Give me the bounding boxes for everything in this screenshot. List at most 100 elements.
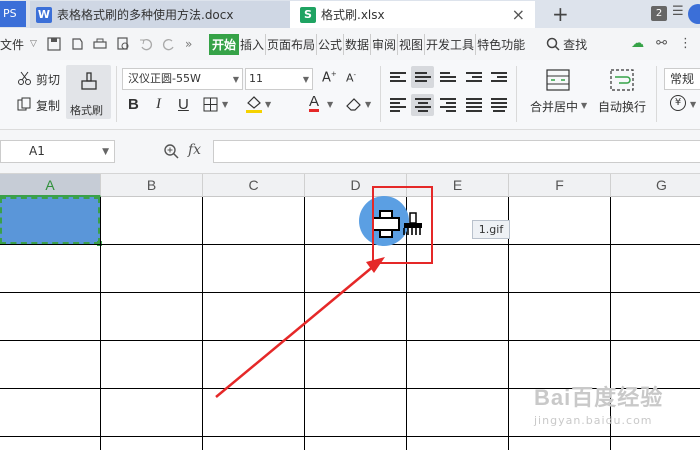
justify-icon[interactable]: [466, 98, 482, 112]
chevron-down-icon[interactable]: ▽: [30, 39, 37, 49]
search-icon: [546, 37, 560, 51]
align-right-icon[interactable]: [440, 98, 456, 112]
more-icon[interactable]: »: [185, 37, 199, 51]
column-header-g[interactable]: G: [611, 174, 700, 197]
align-left-icon[interactable]: [390, 98, 406, 112]
settings-icon[interactable]: ⋮: [679, 36, 692, 51]
italic-button[interactable]: I: [156, 96, 161, 113]
number-format-select[interactable]: 常规: [664, 68, 700, 90]
tab-xlsx-title: 格式刷.xlsx: [321, 8, 385, 22]
ribbon-separator: [516, 66, 517, 122]
gif-label: 1.gif: [472, 220, 510, 239]
insert-function-button[interactable]: fx: [188, 142, 201, 158]
add-tab-button[interactable]: +: [552, 2, 569, 26]
scissors-icon[interactable]: [17, 71, 32, 86]
increase-font-icon[interactable]: A+: [322, 70, 337, 85]
wrap-text-icon[interactable]: [610, 69, 634, 91]
merge-center-button[interactable]: 合并居中: [530, 98, 578, 115]
save-icon[interactable]: [47, 37, 61, 51]
column-header-c[interactable]: C: [203, 174, 305, 197]
print-icon[interactable]: [93, 37, 107, 51]
column-header-f[interactable]: F: [509, 174, 611, 197]
outdent-icon[interactable]: [466, 72, 482, 86]
gridline: [0, 388, 700, 389]
chevron-down-icon[interactable]: ▼: [265, 100, 271, 109]
eraser-icon[interactable]: [346, 97, 362, 111]
app-home-tab[interactable]: PS: [0, 1, 26, 27]
undo-icon[interactable]: [139, 37, 153, 51]
chevron-down-icon[interactable]: ▼: [365, 100, 371, 109]
name-box[interactable]: A1 ▼: [0, 140, 115, 163]
avatar[interactable]: [688, 4, 700, 24]
ribbon-separator: [116, 66, 117, 122]
window-menu-icon[interactable]: ☰: [672, 4, 684, 19]
align-center-icon[interactable]: [415, 98, 431, 112]
merge-cells-icon[interactable]: [546, 69, 570, 91]
window-count-badge[interactable]: 2: [651, 6, 667, 21]
currency-button[interactable]: ¥: [670, 95, 686, 111]
cloud-sync-icon[interactable]: ☁: [631, 36, 644, 51]
menu-home[interactable]: 开始: [208, 33, 239, 55]
font-name-value: 汉仪正圆-55W: [128, 72, 201, 85]
menu-page-layout[interactable]: 页面布局: [266, 33, 317, 55]
column-header-a[interactable]: A: [0, 174, 101, 197]
menu-bar: 文件 ▽ » 开始 插入 页面布局 公式 数据 审阅 视图 开发工具 特色功能 …: [0, 28, 700, 60]
export-icon[interactable]: [70, 37, 84, 51]
copy-icon[interactable]: [17, 97, 32, 112]
tab-docx[interactable]: W 表格格式刷的多种使用方法.docx: [30, 1, 290, 28]
align-bottom-icon[interactable]: [440, 72, 456, 86]
format-painter-button[interactable]: 格式刷: [66, 65, 111, 119]
distributed-icon[interactable]: [491, 98, 507, 112]
chevron-down-icon[interactable]: ▼: [690, 100, 696, 109]
share-icon[interactable]: ⚯: [656, 36, 667, 51]
sheet-file-icon: S: [300, 6, 316, 23]
font-size-select[interactable]: 11 ▼: [245, 68, 313, 90]
column-headers: A B C D E F G: [0, 174, 700, 197]
print-preview-icon[interactable]: [116, 37, 130, 51]
selected-cell-a1[interactable]: [0, 197, 100, 244]
chevron-down-icon[interactable]: ▼: [581, 101, 587, 110]
fill-color-icon[interactable]: [245, 94, 263, 114]
zoom-formula-icon[interactable]: [163, 143, 179, 159]
cut-button[interactable]: 剪切: [36, 71, 60, 88]
underline-button[interactable]: U: [178, 96, 189, 113]
gridline: [0, 340, 700, 341]
file-menu[interactable]: 文件: [0, 36, 24, 53]
menu-features[interactable]: 特色功能: [476, 34, 526, 55]
ribbon-separator: [656, 66, 657, 122]
menu-insert[interactable]: 插入: [239, 33, 266, 55]
menu-developer[interactable]: 开发工具: [425, 33, 477, 55]
menu-view[interactable]: 视图: [398, 33, 426, 55]
gridline: [0, 292, 700, 293]
chevron-down-icon[interactable]: ▼: [222, 100, 228, 109]
font-color-button[interactable]: A: [309, 94, 320, 112]
bold-button[interactable]: B: [128, 96, 139, 113]
gridline: [0, 244, 700, 245]
chevron-down-icon[interactable]: ▼: [327, 100, 333, 109]
format-painter-icon: [81, 72, 97, 90]
chevron-down-icon[interactable]: ▼: [102, 142, 109, 163]
menu-data[interactable]: 数据: [344, 33, 372, 55]
decrease-font-icon[interactable]: A-: [346, 71, 356, 85]
borders-icon[interactable]: [203, 97, 218, 112]
gridline: [100, 197, 101, 450]
formula-input[interactable]: [213, 140, 700, 163]
menu-review[interactable]: 审阅: [371, 33, 399, 55]
column-header-b[interactable]: B: [101, 174, 203, 197]
align-top-icon[interactable]: [390, 72, 406, 86]
spreadsheet-grid[interactable]: [0, 197, 700, 450]
font-name-select[interactable]: 汉仪正圆-55W ▼: [122, 68, 243, 90]
close-tab-icon[interactable]: ×: [512, 5, 525, 24]
tab-xlsx[interactable]: S 格式刷.xlsx ×: [290, 1, 535, 28]
search-button[interactable]: 查找: [546, 36, 587, 53]
word-file-icon: W: [36, 6, 52, 23]
menu-formulas[interactable]: 公式: [317, 33, 344, 55]
copy-button[interactable]: 复制: [36, 97, 60, 114]
tab-bar: PS W 表格格式刷的多种使用方法.docx S 格式刷.xlsx × + 2 …: [0, 0, 700, 28]
ribbon-separator: [380, 66, 381, 122]
redo-icon[interactable]: [162, 37, 176, 51]
gridline: [202, 197, 203, 450]
wrap-text-button[interactable]: 自动换行: [598, 98, 646, 115]
indent-icon[interactable]: [491, 72, 507, 86]
align-middle-icon[interactable]: [415, 72, 431, 86]
